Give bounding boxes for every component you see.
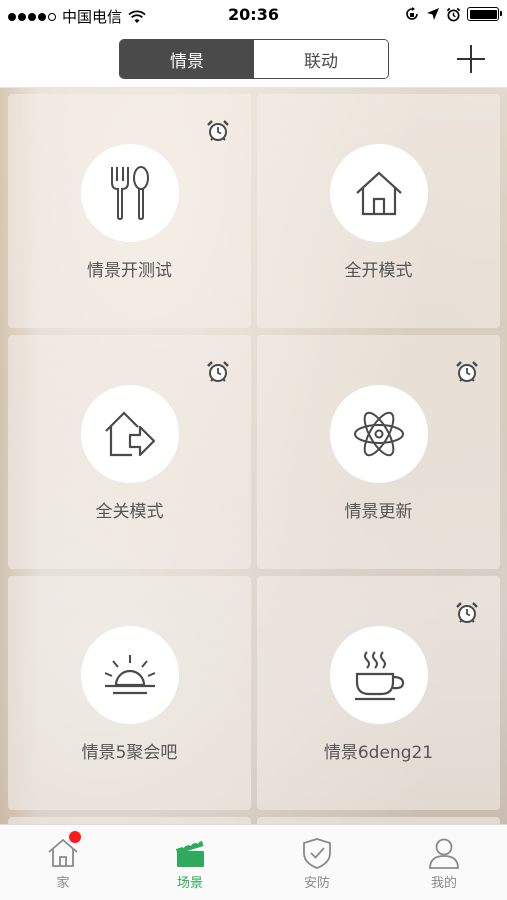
alarm-clock-icon (207, 120, 229, 141)
fork-spoon-icon (81, 144, 179, 242)
scene-label: 全开模式 (344, 261, 413, 281)
scene-label: 情景开测试 (87, 261, 172, 281)
tab-label: 场景 (176, 876, 203, 891)
tab-profile[interactable]: 我的 (381, 825, 507, 900)
coffee-cup-icon (330, 626, 428, 724)
scene-label: 情景6deng21 (323, 743, 434, 763)
tab-linkage[interactable]: 联动 (254, 40, 388, 78)
person-icon (429, 838, 459, 869)
status-right (404, 6, 502, 22)
battery-icon (467, 7, 502, 21)
tab-scene[interactable]: 场景 (127, 825, 253, 900)
status-bar: 中国电信 20:36 (0, 0, 507, 30)
clapperboard-icon (176, 839, 204, 867)
scene-card-partial[interactable] (8, 817, 251, 824)
tab-scene[interactable]: 情景 (120, 40, 254, 78)
tab-label: 安防 (303, 876, 330, 891)
house-arrow-icon (81, 385, 179, 483)
tab-security[interactable]: 安防 (254, 825, 380, 900)
sunrise-icon (81, 626, 179, 724)
scene-card[interactable]: 情景开测试 (8, 94, 251, 328)
scene-card[interactable]: 全关模式 (8, 335, 251, 569)
plus-icon[interactable] (455, 43, 487, 75)
alarm-status-icon (446, 7, 461, 21)
scene-label: 情景5聚会吧 (81, 743, 178, 763)
rotation-lock-icon (406, 7, 418, 20)
shield-icon (303, 838, 331, 869)
alarm-clock-icon (207, 361, 229, 382)
tab-label: 我的 (430, 876, 457, 891)
tab-bar: 家 场景 安防 我的 (0, 824, 507, 900)
alarm-clock-icon (456, 361, 478, 382)
tab-home[interactable]: 家 (0, 825, 126, 900)
location-arrow-icon (427, 8, 439, 20)
scene-grid: 情景开测试 全开模式 全关模式 情景更新 情景5聚会吧 情景6deng21 (0, 88, 507, 824)
segmented-control: 情景 联动 (119, 39, 389, 79)
house-icon (330, 144, 428, 242)
scene-card-partial[interactable] (257, 817, 500, 824)
atom-icon (330, 385, 428, 483)
notification-badge (69, 831, 81, 843)
scene-label: 情景更新 (344, 502, 413, 522)
header: 情景 联动 (0, 30, 507, 88)
scene-card[interactable]: 情景6deng21 (257, 576, 500, 810)
scene-card[interactable]: 情景5聚会吧 (8, 576, 251, 810)
alarm-clock-icon (456, 602, 478, 623)
scene-card[interactable]: 情景更新 (257, 335, 500, 569)
scene-label: 全关模式 (95, 502, 164, 522)
scene-card[interactable]: 全开模式 (257, 94, 500, 328)
tab-label: 家 (56, 876, 70, 891)
